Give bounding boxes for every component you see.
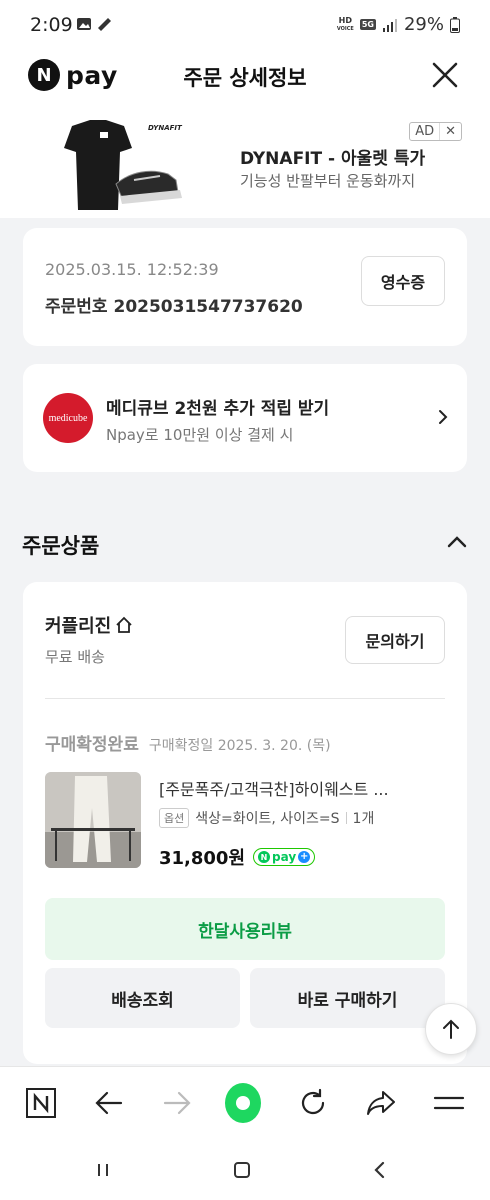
product-thumbnail[interactable]	[45, 772, 141, 868]
home-icon	[116, 616, 132, 633]
chevron-right-icon	[439, 410, 448, 424]
ad-banner[interactable]: DYNAFIT DYNAFIT - 아울렛 특가 기능성 반팔부터 운동화까지 …	[0, 118, 490, 218]
option-text: 색상=화이트, 사이즈=S	[195, 811, 340, 827]
receipt-button[interactable]: 영수증	[361, 256, 445, 306]
share-icon[interactable]	[363, 1085, 399, 1121]
medicube-logo: medicube	[43, 393, 93, 443]
inquiry-button[interactable]: 문의하기	[345, 616, 445, 664]
order-number-label: 주문번호	[45, 297, 108, 317]
green-dot	[225, 1083, 261, 1123]
battery-percent: 29%	[403, 14, 444, 35]
green-dot-icon[interactable]	[225, 1083, 261, 1123]
signal-icon	[382, 18, 397, 32]
gallery-icon	[77, 18, 91, 30]
system-nav-bar	[0, 1138, 490, 1200]
seller-name[interactable]: 커플리진	[45, 612, 133, 638]
ad-badge: AD ✕	[409, 122, 462, 141]
scroll-top-button[interactable]	[425, 1003, 477, 1055]
chevron-up-icon[interactable]	[446, 534, 468, 550]
rebuy-button[interactable]: 바로 구매하기	[250, 968, 445, 1028]
divider	[45, 698, 445, 699]
seller-name-text: 커플리진	[45, 616, 112, 637]
status-label: 구매확정완료	[45, 735, 139, 755]
product-card: 커플리진 무료 배송 문의하기 구매확정완료 구매확정일 2025. 3. 20…	[23, 582, 467, 1064]
npay-plus-badge: N pay +	[253, 848, 316, 866]
product-name[interactable]: [주문폭주/고객극찬]하이웨스트 ...	[159, 776, 449, 800]
status-right: HD VOICE 5G 29%	[337, 14, 460, 35]
quantity: 1개	[352, 811, 375, 827]
network-5g-icon: 5G	[359, 19, 376, 30]
back-nav-icon[interactable]	[368, 1158, 392, 1182]
back-arrow-icon[interactable]	[91, 1085, 127, 1121]
forward-arrow-icon[interactable]	[159, 1085, 195, 1121]
price-line: 31,800원 N pay +	[159, 844, 316, 870]
shipping-note: 무료 배송	[45, 648, 105, 666]
ad-product-image: DYNAFIT	[64, 120, 183, 210]
section-title: 주문상품	[22, 534, 100, 558]
plus-icon: +	[298, 851, 311, 863]
promo-subtitle: Npay로 10만원 이상 결제 시	[106, 426, 294, 444]
ad-close-icon[interactable]: ✕	[439, 123, 461, 140]
ad-subtitle: 기능성 반팔부터 운동화까지	[240, 172, 416, 190]
option-tag: 옵션	[159, 808, 190, 828]
ad-title: DYNAFIT - 아울렛 특가	[240, 149, 426, 169]
battery-icon	[450, 16, 460, 33]
promo-card[interactable]: medicube 메디큐브 2천원 추가 적립 받기 Npay로 10만원 이상…	[23, 364, 467, 472]
ad-label: AD	[415, 124, 435, 139]
product-price: 31,800원	[159, 848, 246, 869]
status-bar: 2:09 HD VOICE 5G 29%	[0, 0, 490, 52]
product-option: 옵션 색상=화이트, 사이즈=S 1개	[159, 808, 374, 828]
menu-icon[interactable]	[431, 1085, 467, 1121]
browser-toolbar	[0, 1066, 490, 1138]
order-number-line: 주문번호 2025031547737620	[45, 292, 303, 317]
hd-voice-icon: HD VOICE	[336, 15, 354, 32]
npay-plus-label: pay	[272, 850, 297, 864]
review-button[interactable]: 한달사용리뷰	[45, 898, 445, 960]
order-status: 구매확정완료 구매확정일 2025. 3. 20. (목)	[45, 730, 331, 755]
ruler-icon	[98, 18, 111, 31]
promo-title: 메디큐브 2천원 추가 적립 받기	[106, 399, 330, 419]
status-date: 구매확정일 2025. 3. 20. (목)	[148, 738, 331, 754]
arrow-up-icon	[443, 1019, 459, 1039]
app-header: N pay 주문 상세정보	[0, 52, 490, 118]
notification-icons	[76, 16, 112, 32]
order-number: 2025031547737620	[113, 297, 303, 317]
order-info-card: 2025.03.15. 12:52:39 주문번호 20250315477376…	[23, 228, 467, 346]
home-button-icon[interactable]	[230, 1158, 254, 1182]
ad-brand-mark: DYNAFIT	[148, 124, 183, 132]
status-time: 2:09	[30, 14, 73, 36]
close-icon[interactable]	[430, 60, 460, 90]
npay-n-icon: N	[258, 851, 271, 863]
recent-apps-icon[interactable]	[91, 1158, 115, 1182]
order-datetime: 2025.03.15. 12:52:39	[45, 260, 219, 279]
tracking-button[interactable]: 배송조회	[45, 968, 240, 1028]
refresh-icon[interactable]	[295, 1085, 331, 1121]
product-image	[45, 772, 141, 868]
naver-home-icon[interactable]	[23, 1085, 59, 1121]
option-separator	[345, 812, 347, 824]
page-title: 주문 상세정보	[183, 66, 307, 90]
